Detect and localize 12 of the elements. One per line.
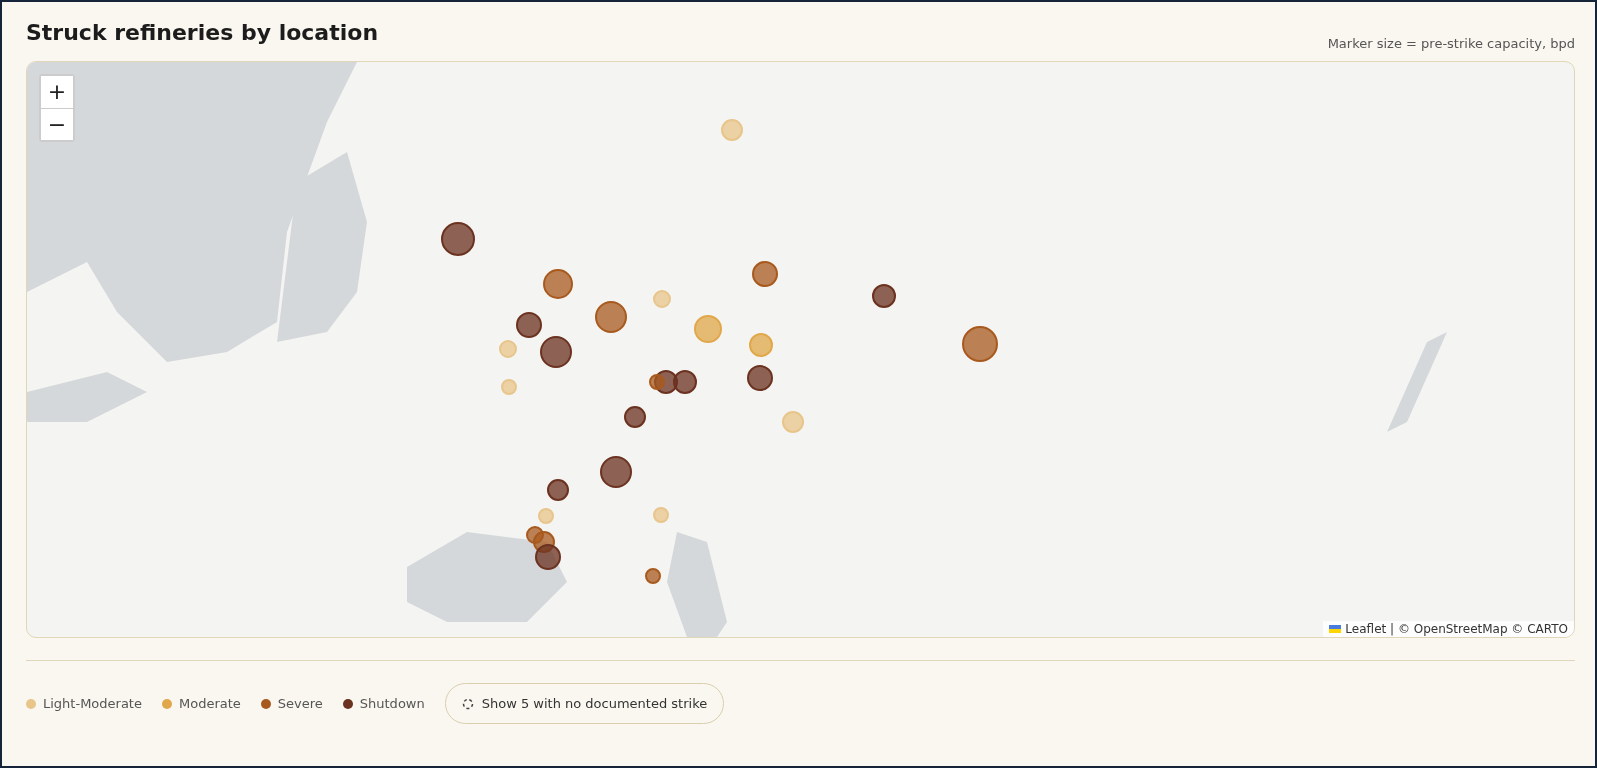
marker-size-note: Marker size = pre-strike capacity, bpd: [1327, 36, 1575, 51]
flag-icon: [1329, 625, 1342, 633]
legend-label: Light-Moderate: [43, 696, 142, 711]
dashed-circle-icon: [461, 697, 474, 710]
show-unstruck-button[interactable]: Show 5 with no documented strike: [444, 683, 725, 724]
map-attribution: Leaflet | © OpenStreetMap © CARTO: [1345, 622, 1568, 636]
legend-label: Moderate: [178, 696, 241, 711]
zoom-out-button[interactable]: −: [41, 108, 73, 140]
legend-label: Severe: [277, 696, 323, 711]
map-background[interactable]: + − Leaflet | © OpenStreetMap © CARTO: [26, 61, 1575, 638]
legend-label: Shutdown: [359, 696, 425, 711]
chart-title: Struck refineries by location: [26, 20, 379, 45]
